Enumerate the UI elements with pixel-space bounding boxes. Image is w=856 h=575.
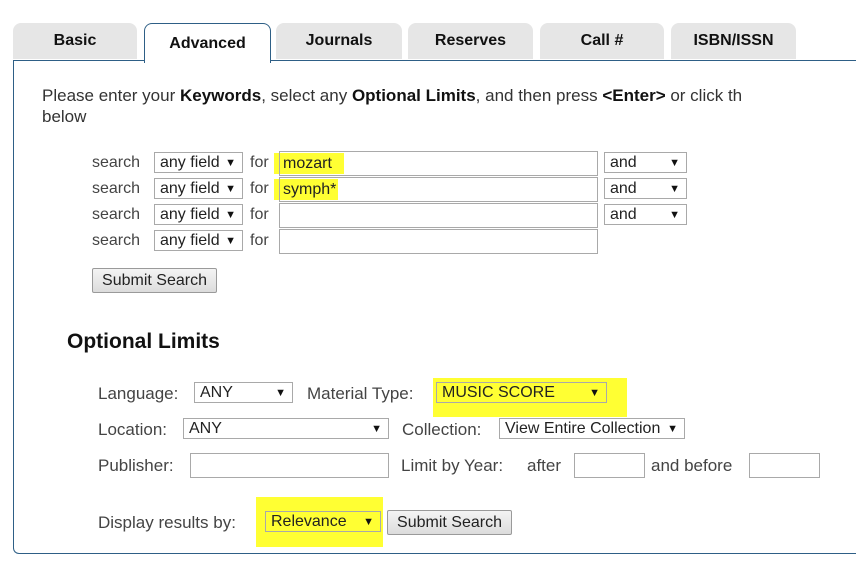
for-label: for [250,206,269,223]
instructions: Please enter your Keywords, select any O… [42,85,742,127]
location-label: Location: [98,420,167,439]
field-select-value: any field [160,206,220,223]
publisher-label: Publisher: [98,456,174,475]
and-before-label: and before [651,456,733,475]
triangle-down-icon: ▼ [363,516,374,528]
submit-search-bottom-button[interactable]: Submit Search [387,510,512,535]
search-label: search [92,232,141,249]
search-panel [13,60,856,554]
intro-text: , and then press [475,86,603,105]
triangle-down-icon: ▼ [225,157,236,169]
field-select[interactable]: any field ▼ [154,230,243,251]
publisher-input[interactable] [190,453,389,478]
intro-text: or click th [665,86,743,105]
triangle-down-icon: ▼ [225,235,236,247]
tab-basic[interactable]: Basic [13,23,137,59]
language-select[interactable]: ANY ▼ [194,382,293,403]
year-after-input[interactable] [574,453,645,478]
field-select-value: any field [160,232,220,249]
field-select[interactable]: any field ▼ [154,204,243,225]
search-input[interactable]: mozart [279,151,598,176]
material-type-label: Material Type: [307,384,414,403]
collection-select[interactable]: View Entire Collection ▼ [499,418,685,439]
tab-bar: Basic Advanced Journals Reserves Call # … [0,0,856,63]
tab-call-number[interactable]: Call # [540,23,664,59]
triangle-down-icon: ▼ [225,183,236,195]
triangle-down-icon: ▼ [669,157,680,169]
field-select[interactable]: any field ▼ [154,152,243,173]
boolean-select-value: and [610,180,637,197]
tab-journals[interactable]: Journals [276,23,402,59]
tab-reserves[interactable]: Reserves [408,23,533,59]
year-before-input[interactable] [749,453,820,478]
triangle-down-icon: ▼ [225,209,236,221]
intro-optional-limits: Optional Limits [351,86,476,105]
intro-text: below [42,107,87,126]
search-label: search [92,206,141,223]
tab-isbn-issn[interactable]: ISBN/ISSN [671,23,796,59]
after-label: after [527,456,562,475]
triangle-down-icon: ▼ [589,387,600,399]
optional-limits-heading: Optional Limits [67,330,220,353]
search-label: search [92,180,141,197]
search-input[interactable] [279,203,598,228]
language-select-value: ANY [200,384,233,401]
field-select-value: any field [160,154,220,171]
search-input[interactable] [279,229,598,254]
location-select[interactable]: ANY ▼ [183,418,389,439]
for-label: for [250,154,269,171]
sort-select-value: Relevance [271,513,347,530]
field-select[interactable]: any field ▼ [154,178,243,199]
triangle-down-icon: ▼ [275,387,286,399]
field-select-value: any field [160,180,220,197]
sort-select[interactable]: Relevance ▼ [265,511,381,532]
intro-text: Please enter your [42,86,180,105]
material-type-select[interactable]: MUSIC SCORE ▼ [436,382,607,403]
search-input-value: mozart [283,155,332,172]
location-select-value: ANY [189,420,222,437]
limit-by-year-label: Limit by Year: [401,456,504,475]
collection-label: Collection: [402,420,482,439]
triangle-down-icon: ▼ [667,423,678,435]
boolean-select[interactable]: and ▼ [604,204,687,225]
intro-keywords: Keywords [179,86,262,105]
intro-text: , select any [261,86,352,105]
for-label: for [250,232,269,249]
triangle-down-icon: ▼ [669,183,680,195]
search-label: search [92,154,141,171]
for-label: for [250,180,269,197]
search-input[interactable]: symph* [279,177,598,202]
display-results-label: Display results by: [98,513,236,532]
search-input-value: symph* [283,181,337,198]
tab-advanced[interactable]: Advanced [144,23,271,63]
material-type-select-value: MUSIC SCORE [442,384,555,401]
boolean-select[interactable]: and ▼ [604,178,687,199]
boolean-select-value: and [610,154,637,171]
boolean-select-value: and [610,206,637,223]
collection-select-value: View Entire Collection [505,420,661,437]
language-label: Language: [98,384,179,403]
triangle-down-icon: ▼ [371,423,382,435]
triangle-down-icon: ▼ [669,209,680,221]
intro-enter: <Enter> [602,86,666,105]
submit-search-button[interactable]: Submit Search [92,268,217,293]
boolean-select[interactable]: and ▼ [604,152,687,173]
